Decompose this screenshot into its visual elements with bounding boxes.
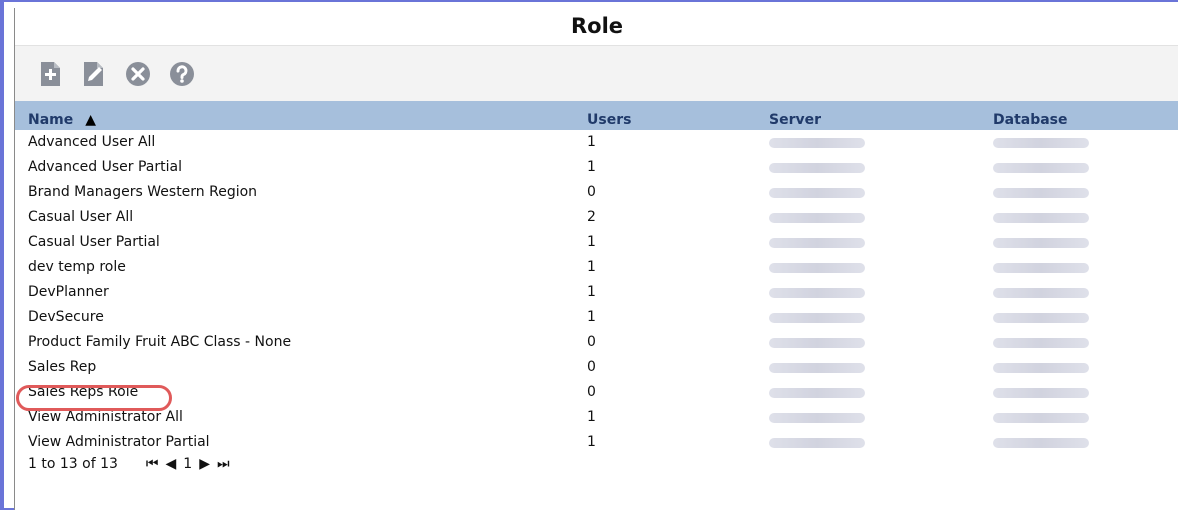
cell-name: DevPlanner [28, 284, 109, 300]
redacted-blur [993, 413, 1089, 423]
cell-name: Casual User Partial [28, 234, 160, 250]
redacted-blur [993, 363, 1089, 373]
redacted-blur [769, 363, 865, 373]
cell-name: Casual User All [28, 209, 134, 225]
redacted-blur [993, 313, 1089, 323]
table-body: Advanced User All 1 Advanced User Partial 1… [15, 130, 1178, 455]
table-row[interactable]: DevSecure 1 [15, 305, 1178, 330]
column-header-name-label: Name [28, 112, 74, 128]
table-row[interactable]: Advanced User Partial 1 [15, 155, 1178, 180]
cell-name: Brand Managers Western Region [28, 184, 258, 200]
toolbar [15, 45, 1178, 101]
column-header-server[interactable]: Server [769, 101, 821, 130]
table-row[interactable]: Casual User Partial 1 [15, 230, 1178, 255]
highlight-circle [16, 385, 172, 411]
redacted-blur [769, 138, 865, 148]
table-row[interactable]: dev temp role 1 [15, 255, 1178, 280]
current-page: 1 [183, 456, 193, 472]
pager-nav: ⏮ ◀ 1 ▶ ⏭ [146, 456, 230, 472]
edit-document-icon[interactable] [79, 59, 109, 89]
redacted-blur [993, 338, 1089, 348]
redacted-blur [993, 163, 1089, 173]
redacted-blur [769, 313, 865, 323]
cell-name: View Administrator Partial [28, 434, 210, 450]
table-row[interactable]: Casual User All 2 [15, 205, 1178, 230]
redacted-blur [769, 213, 865, 223]
cell-name: Product Family Fruit ABC Class - None [28, 334, 292, 350]
redacted-blur [769, 188, 865, 198]
pager: 1 to 13 of 13 ⏮ ◀ 1 ▶ ⏭ [28, 456, 230, 472]
cell-users: 0 [587, 384, 596, 400]
redacted-blur [993, 438, 1089, 448]
table-row[interactable]: Product Family Fruit ABC Class - None 0 [15, 330, 1178, 355]
redacted-blur [769, 288, 865, 298]
column-header-users[interactable]: Users [587, 101, 631, 130]
redacted-blur [993, 263, 1089, 273]
previous-page-icon[interactable]: ◀ [166, 456, 177, 472]
table-header: Name ▲ Users Server Database [15, 101, 1178, 130]
cell-users: 1 [587, 284, 596, 300]
pager-summary: 1 to 13 of 13 [28, 456, 118, 472]
cell-users: 0 [587, 184, 596, 200]
table-row[interactable]: Sales Reps Role 0 [15, 380, 1178, 405]
redacted-blur [993, 238, 1089, 248]
role-panel: Role Name ▲ Users Server Database Advanc… [14, 8, 1178, 510]
cell-name: Advanced User Partial [28, 159, 182, 175]
table-row[interactable]: View Administrator Partial 1 [15, 430, 1178, 455]
cell-users: 0 [587, 359, 596, 375]
page-title: Role [570, 14, 624, 38]
redacted-blur [993, 188, 1089, 198]
redacted-blur [769, 338, 865, 348]
first-page-icon[interactable]: ⏮ [146, 456, 159, 472]
redacted-blur [769, 263, 865, 273]
redacted-blur [769, 163, 865, 173]
cell-users: 1 [587, 134, 596, 150]
redacted-blur [993, 388, 1089, 398]
sort-ascending-icon: ▲ [85, 112, 97, 128]
table-row[interactable]: View Administrator All 1 [15, 405, 1178, 430]
help-icon[interactable] [167, 59, 197, 89]
table-row[interactable]: Sales Rep 0 [15, 355, 1178, 380]
cell-users: 1 [587, 234, 596, 250]
redacted-blur [769, 413, 865, 423]
redacted-blur [769, 238, 865, 248]
redacted-blur [769, 438, 865, 448]
next-page-icon[interactable]: ▶ [199, 456, 210, 472]
cell-name: DevSecure [28, 309, 104, 325]
new-document-icon[interactable] [35, 59, 65, 89]
redacted-blur [993, 138, 1089, 148]
cell-users: 0 [587, 334, 596, 350]
redacted-blur [993, 213, 1089, 223]
cell-users: 1 [587, 409, 596, 425]
last-page-icon[interactable]: ⏭ [217, 456, 230, 472]
cell-name: Sales Rep [28, 359, 97, 375]
cell-users: 1 [587, 259, 596, 275]
cell-name: dev temp role [28, 259, 126, 275]
redacted-blur [769, 388, 865, 398]
column-header-name[interactable]: Name ▲ [28, 101, 96, 130]
cell-users: 1 [587, 159, 596, 175]
redacted-blur [993, 288, 1089, 298]
table-row[interactable]: Brand Managers Western Region 0 [15, 180, 1178, 205]
delete-circle-icon[interactable] [123, 59, 153, 89]
cell-users: 1 [587, 309, 596, 325]
cell-users: 2 [587, 209, 596, 225]
cell-name: Advanced User All [28, 134, 156, 150]
cell-users: 1 [587, 434, 596, 450]
table-row[interactable]: Advanced User All 1 [15, 130, 1178, 155]
table-row[interactable]: DevPlanner 1 [15, 280, 1178, 305]
column-header-database[interactable]: Database [993, 101, 1068, 130]
